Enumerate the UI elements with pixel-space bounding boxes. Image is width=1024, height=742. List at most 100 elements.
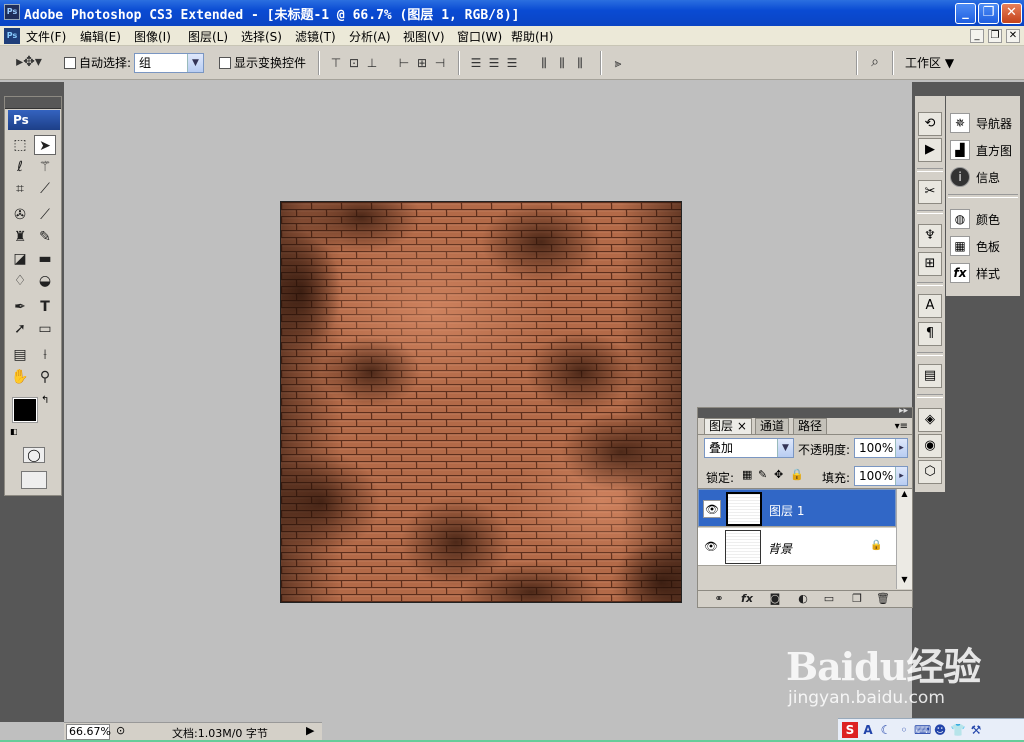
bridge-icon[interactable]: ⌕ xyxy=(864,54,886,70)
type-tool-icon[interactable]: T xyxy=(34,297,56,317)
menu-analysis[interactable]: 分析(A) xyxy=(349,28,391,45)
quick-mask-icon[interactable]: ◯ xyxy=(23,447,45,463)
healing-brush-icon[interactable]: ✇ xyxy=(9,205,31,225)
blend-mode-dropdown[interactable]: 叠加 ▼ xyxy=(704,438,794,458)
layer-name[interactable]: 背景 xyxy=(768,540,792,557)
menu-layer[interactable]: 图层(L) xyxy=(188,28,228,45)
auto-align-icon[interactable]: ⫸ xyxy=(610,55,626,71)
show-transform-checkbox[interactable] xyxy=(219,57,231,69)
layers-panel-icon[interactable]: ◈ xyxy=(918,408,942,432)
opacity-input[interactable]: 100% ▸ xyxy=(854,438,908,458)
doc-close-button[interactable]: ✕ xyxy=(1006,29,1020,43)
distribute-top-icon[interactable]: ☰ xyxy=(468,55,484,71)
dodge-tool-icon[interactable]: ◒ xyxy=(34,271,56,291)
close-tab-icon[interactable]: × xyxy=(737,419,747,433)
dock-header[interactable] xyxy=(946,82,1020,96)
path-selection-icon[interactable]: ➚ xyxy=(9,319,31,339)
styles-panel-button[interactable]: fx 样式 xyxy=(950,262,1018,284)
shape-tool-icon[interactable]: ▭ xyxy=(34,319,56,339)
character-panel-icon[interactable]: A xyxy=(918,294,942,318)
status-info-icon[interactable]: ⊙ xyxy=(116,724,125,737)
auto-select-checkbox[interactable] xyxy=(64,57,76,69)
menu-filter[interactable]: 滤镜(T) xyxy=(295,28,336,45)
adjustment-layer-icon[interactable]: ◐ xyxy=(796,593,810,605)
scroll-up-icon[interactable]: ▲ xyxy=(898,489,911,503)
lasso-tool-icon[interactable]: ℓ xyxy=(9,157,31,177)
new-group-icon[interactable]: ▭ xyxy=(822,593,836,605)
notes-tool-icon[interactable]: ▤ xyxy=(9,345,31,365)
menu-image[interactable]: 图像(I) xyxy=(134,28,171,45)
add-mask-icon[interactable]: ◙ xyxy=(768,593,782,605)
brushes-panel-icon[interactable]: ♆ xyxy=(918,224,942,248)
close-button[interactable]: ✕ xyxy=(1001,3,1022,24)
menu-select[interactable]: 选择(S) xyxy=(241,28,282,45)
eye-icon[interactable]: 👁 xyxy=(703,500,721,518)
pen-tool-icon[interactable]: ✒ xyxy=(9,297,31,317)
slice-tool-icon[interactable]: ⟋ xyxy=(34,179,56,199)
marquee-tool-icon[interactable]: ⬚ xyxy=(9,135,31,155)
clone-source-icon[interactable]: ⊞ xyxy=(918,252,942,276)
distribute-vcenter-icon[interactable]: ☰ xyxy=(486,55,502,71)
align-top-icon[interactable]: ⊤ xyxy=(328,55,344,71)
layer-row-layer1[interactable]: 👁 图层 1 xyxy=(698,489,896,527)
swap-colors-icon[interactable]: ↰ xyxy=(41,395,49,406)
photoshop-app-icon[interactable]: Ps xyxy=(4,4,20,20)
moon-icon[interactable]: ☾ xyxy=(878,722,894,738)
collapse-icon[interactable]: ▸▸ xyxy=(899,406,908,416)
link-layers-icon[interactable]: ⚭ xyxy=(712,593,726,605)
tab-channels[interactable]: 通道 xyxy=(755,418,790,434)
layer-style-icon[interactable]: fx xyxy=(740,593,754,605)
align-right-icon[interactable]: ⊣ xyxy=(432,55,448,71)
foreground-color-swatch[interactable] xyxy=(12,397,38,423)
crop-tool-icon[interactable]: ⌗ xyxy=(9,179,31,199)
panel-menu-icon[interactable]: ▾≡ xyxy=(895,421,908,432)
default-colors-icon[interactable]: ◧ xyxy=(10,427,18,436)
move-tool-icon[interactable]: ➤ xyxy=(34,135,56,155)
lock-transparency-icon[interactable]: ▦ xyxy=(742,468,752,481)
scroll-down-icon[interactable]: ▼ xyxy=(898,575,911,589)
menu-edit[interactable]: 编辑(E) xyxy=(80,28,121,45)
actions-panel-icon[interactable]: ▶ xyxy=(918,138,942,162)
minimize-button[interactable]: _ xyxy=(955,3,976,24)
history-panel-icon[interactable]: ⟲ xyxy=(918,112,942,136)
distribute-hcenter-icon[interactable]: ⫼ xyxy=(554,55,570,71)
color-panel-button[interactable]: ◍ 颜色 xyxy=(950,208,1018,230)
magic-wand-icon[interactable]: ⚚ xyxy=(34,157,56,177)
layer-comps-icon[interactable]: ▤ xyxy=(918,364,942,388)
history-brush-icon[interactable]: ✎ xyxy=(34,227,56,247)
tools-icon[interactable]: ⚒ xyxy=(968,722,984,738)
layer-row-background[interactable]: 👁 背景 🔒 xyxy=(698,528,896,566)
align-hcenter-icon[interactable]: ⊞ xyxy=(414,55,430,71)
skin-icon[interactable]: 👕 xyxy=(950,722,966,738)
channels-panel-icon[interactable]: ◉ xyxy=(918,434,942,458)
layers-panel-header[interactable]: ▸▸ xyxy=(698,406,912,418)
distribute-bottom-icon[interactable]: ☰ xyxy=(504,55,520,71)
distribute-right-icon[interactable]: ⫼ xyxy=(572,55,588,71)
user-icon[interactable]: ☻ xyxy=(932,722,948,738)
keyboard-icon[interactable]: ⌨ xyxy=(914,722,931,738)
move-tool-preset-icon[interactable]: ▸✥▾ xyxy=(14,54,44,70)
menu-file[interactable]: 文件(F) xyxy=(26,28,66,45)
menu-view[interactable]: 视图(V) xyxy=(403,28,445,45)
status-menu-arrow-icon[interactable]: ▶ xyxy=(306,724,314,737)
screen-mode-icon[interactable] xyxy=(21,471,47,489)
eye-icon[interactable]: 👁 xyxy=(702,538,720,556)
doc-restore-button[interactable]: ❐ xyxy=(988,29,1002,43)
paragraph-panel-icon[interactable]: ¶ xyxy=(918,322,942,346)
brush-tool-icon[interactable]: ⟋ xyxy=(34,205,56,225)
blur-tool-icon[interactable]: ♢ xyxy=(9,271,31,291)
tool-presets-icon[interactable]: ✂ xyxy=(918,180,942,204)
dock-header[interactable] xyxy=(915,82,945,96)
document-icon[interactable]: Ps xyxy=(4,28,20,44)
document-canvas[interactable] xyxy=(280,201,682,603)
hand-tool-icon[interactable]: ✋ xyxy=(9,367,31,387)
histogram-panel-button[interactable]: ▟ 直方图 xyxy=(950,139,1018,161)
clone-stamp-icon[interactable]: ♜ xyxy=(9,227,31,247)
eraser-tool-icon[interactable]: ◪ xyxy=(9,249,31,269)
lock-position-icon[interactable]: ✥ xyxy=(774,468,783,481)
align-bottom-icon[interactable]: ⊥ xyxy=(364,55,380,71)
workspace-button[interactable]: 工作区 ▼ xyxy=(905,54,954,71)
ps-logo[interactable]: Ps xyxy=(8,110,60,130)
navigator-panel-button[interactable]: ✵ 导航器 xyxy=(950,112,1018,134)
swatches-panel-button[interactable]: ▦ 色板 xyxy=(950,235,1018,257)
